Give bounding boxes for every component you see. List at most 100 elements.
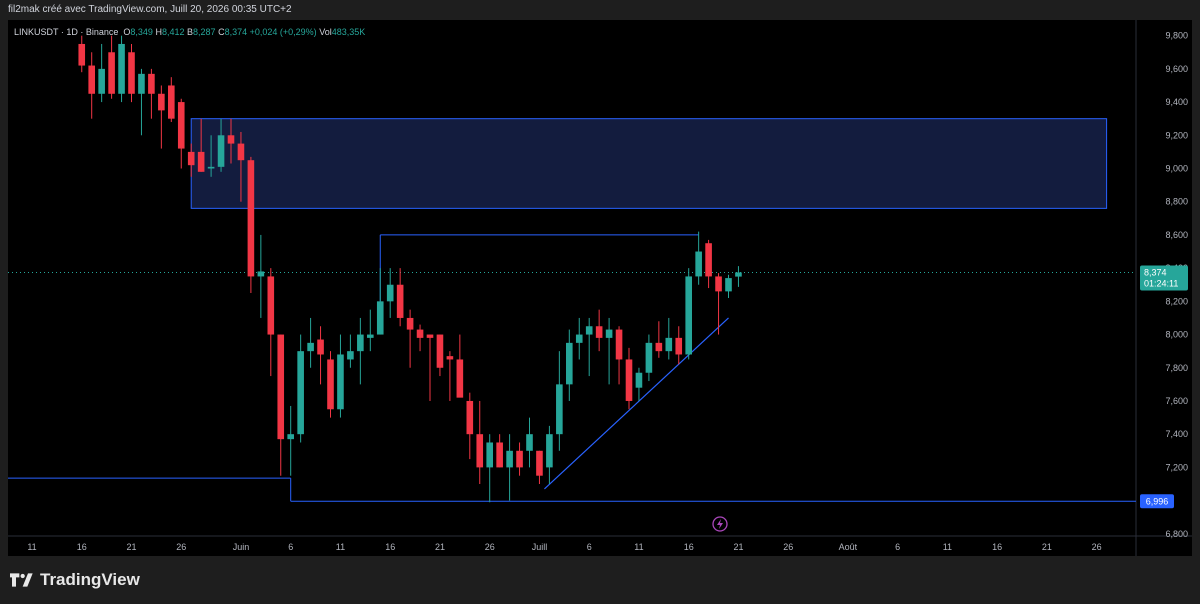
candle-body	[297, 351, 304, 435]
candle-body	[78, 43, 86, 66]
candle	[516, 442, 523, 476]
candle	[625, 347, 633, 410]
candle	[416, 324, 424, 352]
candle	[665, 317, 673, 360]
time-tick-label: 16	[992, 542, 1002, 552]
candle-body	[735, 272, 742, 277]
chart-frame: fil2mak créé avec TradingView.com, Juill…	[0, 0, 1200, 604]
candle-body	[88, 65, 95, 94]
candle-body	[207, 166, 215, 169]
candle-body	[187, 151, 195, 166]
candle	[575, 317, 583, 360]
candle-body	[217, 135, 225, 167]
price-tick-label: 7,400	[1165, 429, 1188, 439]
bar-countdown-text: 01:24:11	[1144, 278, 1178, 288]
candle-body	[496, 442, 503, 468]
price-tick-label: 9,400	[1165, 97, 1188, 107]
candle-body	[695, 251, 702, 277]
time-tick-label: 11	[336, 542, 345, 552]
tradingview-logo[interactable]: TradingView	[10, 570, 140, 590]
candle	[486, 434, 493, 503]
supply-zone	[190, 118, 1108, 209]
candle-body	[725, 278, 732, 292]
candle-body	[98, 68, 105, 94]
candle	[406, 309, 414, 368]
candle	[655, 321, 663, 358]
price-tick-label: 7,800	[1165, 363, 1188, 373]
time-tick-label: 6	[288, 542, 293, 552]
candle-body	[287, 434, 294, 440]
candle	[566, 329, 573, 401]
low-value: 8,287	[193, 27, 216, 37]
candle	[367, 309, 374, 352]
candle	[118, 35, 125, 103]
candle-body	[575, 334, 583, 343]
candle	[705, 239, 712, 289]
candle	[158, 85, 165, 149]
candle-body	[357, 334, 364, 352]
candle-body	[267, 276, 275, 335]
candle	[526, 417, 533, 468]
candle-body	[546, 434, 553, 468]
candle-body	[237, 143, 245, 161]
candle	[98, 43, 105, 103]
change-value: +0,024 (+0,29%)	[249, 27, 317, 37]
candle	[725, 274, 732, 299]
candle	[556, 351, 563, 451]
candle-body	[376, 301, 384, 335]
candle	[386, 268, 394, 318]
candle	[108, 35, 115, 99]
page-title: fil2mak créé avec TradingView.com, Juill…	[8, 4, 292, 15]
symbol-legend: LINKUSDT · 1D · Binance O8,349 H8,412 B8…	[14, 27, 365, 37]
candle-body	[307, 342, 314, 352]
candle	[735, 266, 742, 287]
price-tick-label: 6,800	[1165, 529, 1188, 539]
price-tick-label: 9,800	[1165, 31, 1188, 41]
price-tick-label: 9,600	[1165, 64, 1188, 74]
candle	[327, 351, 334, 418]
candle	[287, 405, 294, 476]
current-price-text: 8,374	[1144, 267, 1167, 277]
candle-body	[585, 326, 593, 335]
candle-body	[446, 356, 454, 360]
candle-body	[337, 354, 344, 410]
candle-body	[605, 329, 613, 338]
candle-body	[317, 339, 324, 355]
brand-name: TradingView	[40, 570, 140, 589]
time-tick-label: 16	[77, 542, 87, 552]
candle	[148, 68, 155, 119]
candle	[317, 326, 324, 385]
candle-body	[277, 334, 285, 440]
candle	[615, 326, 623, 385]
candle-body	[645, 342, 653, 373]
candle-body	[556, 384, 563, 435]
candle-body	[108, 52, 115, 94]
candle	[546, 425, 553, 484]
candle-body	[595, 326, 603, 338]
candle	[496, 434, 503, 468]
close-value: 8,374	[224, 27, 248, 37]
volume-label: Vol	[319, 27, 332, 37]
price-tick-label: 8,600	[1165, 230, 1188, 240]
candle	[436, 334, 444, 377]
candle	[466, 392, 474, 460]
support-price-text: 6,996	[1146, 496, 1169, 506]
time-tick-label: 6	[895, 542, 900, 552]
candle	[267, 268, 275, 377]
candle-body	[138, 73, 145, 94]
chart-area[interactable]: 6,8007,2007,4007,6007,8008,0008,2008,400…	[8, 20, 1192, 556]
time-tick-label: 26	[1092, 542, 1102, 552]
candle-body	[416, 329, 424, 338]
candle	[347, 334, 354, 368]
time-tick-label: 11	[27, 542, 36, 552]
price-chart[interactable]: 6,8007,2007,4007,6007,8008,0008,2008,400…	[8, 20, 1192, 556]
candle	[277, 334, 285, 476]
time-tick-label: 11	[943, 542, 952, 552]
price-tick-label: 7,600	[1165, 396, 1188, 406]
candle	[585, 317, 593, 377]
candle-body	[177, 102, 185, 149]
candle	[506, 434, 513, 501]
time-tick-label: 11	[634, 542, 643, 552]
candle-body	[536, 450, 543, 476]
candle-body	[516, 450, 523, 468]
